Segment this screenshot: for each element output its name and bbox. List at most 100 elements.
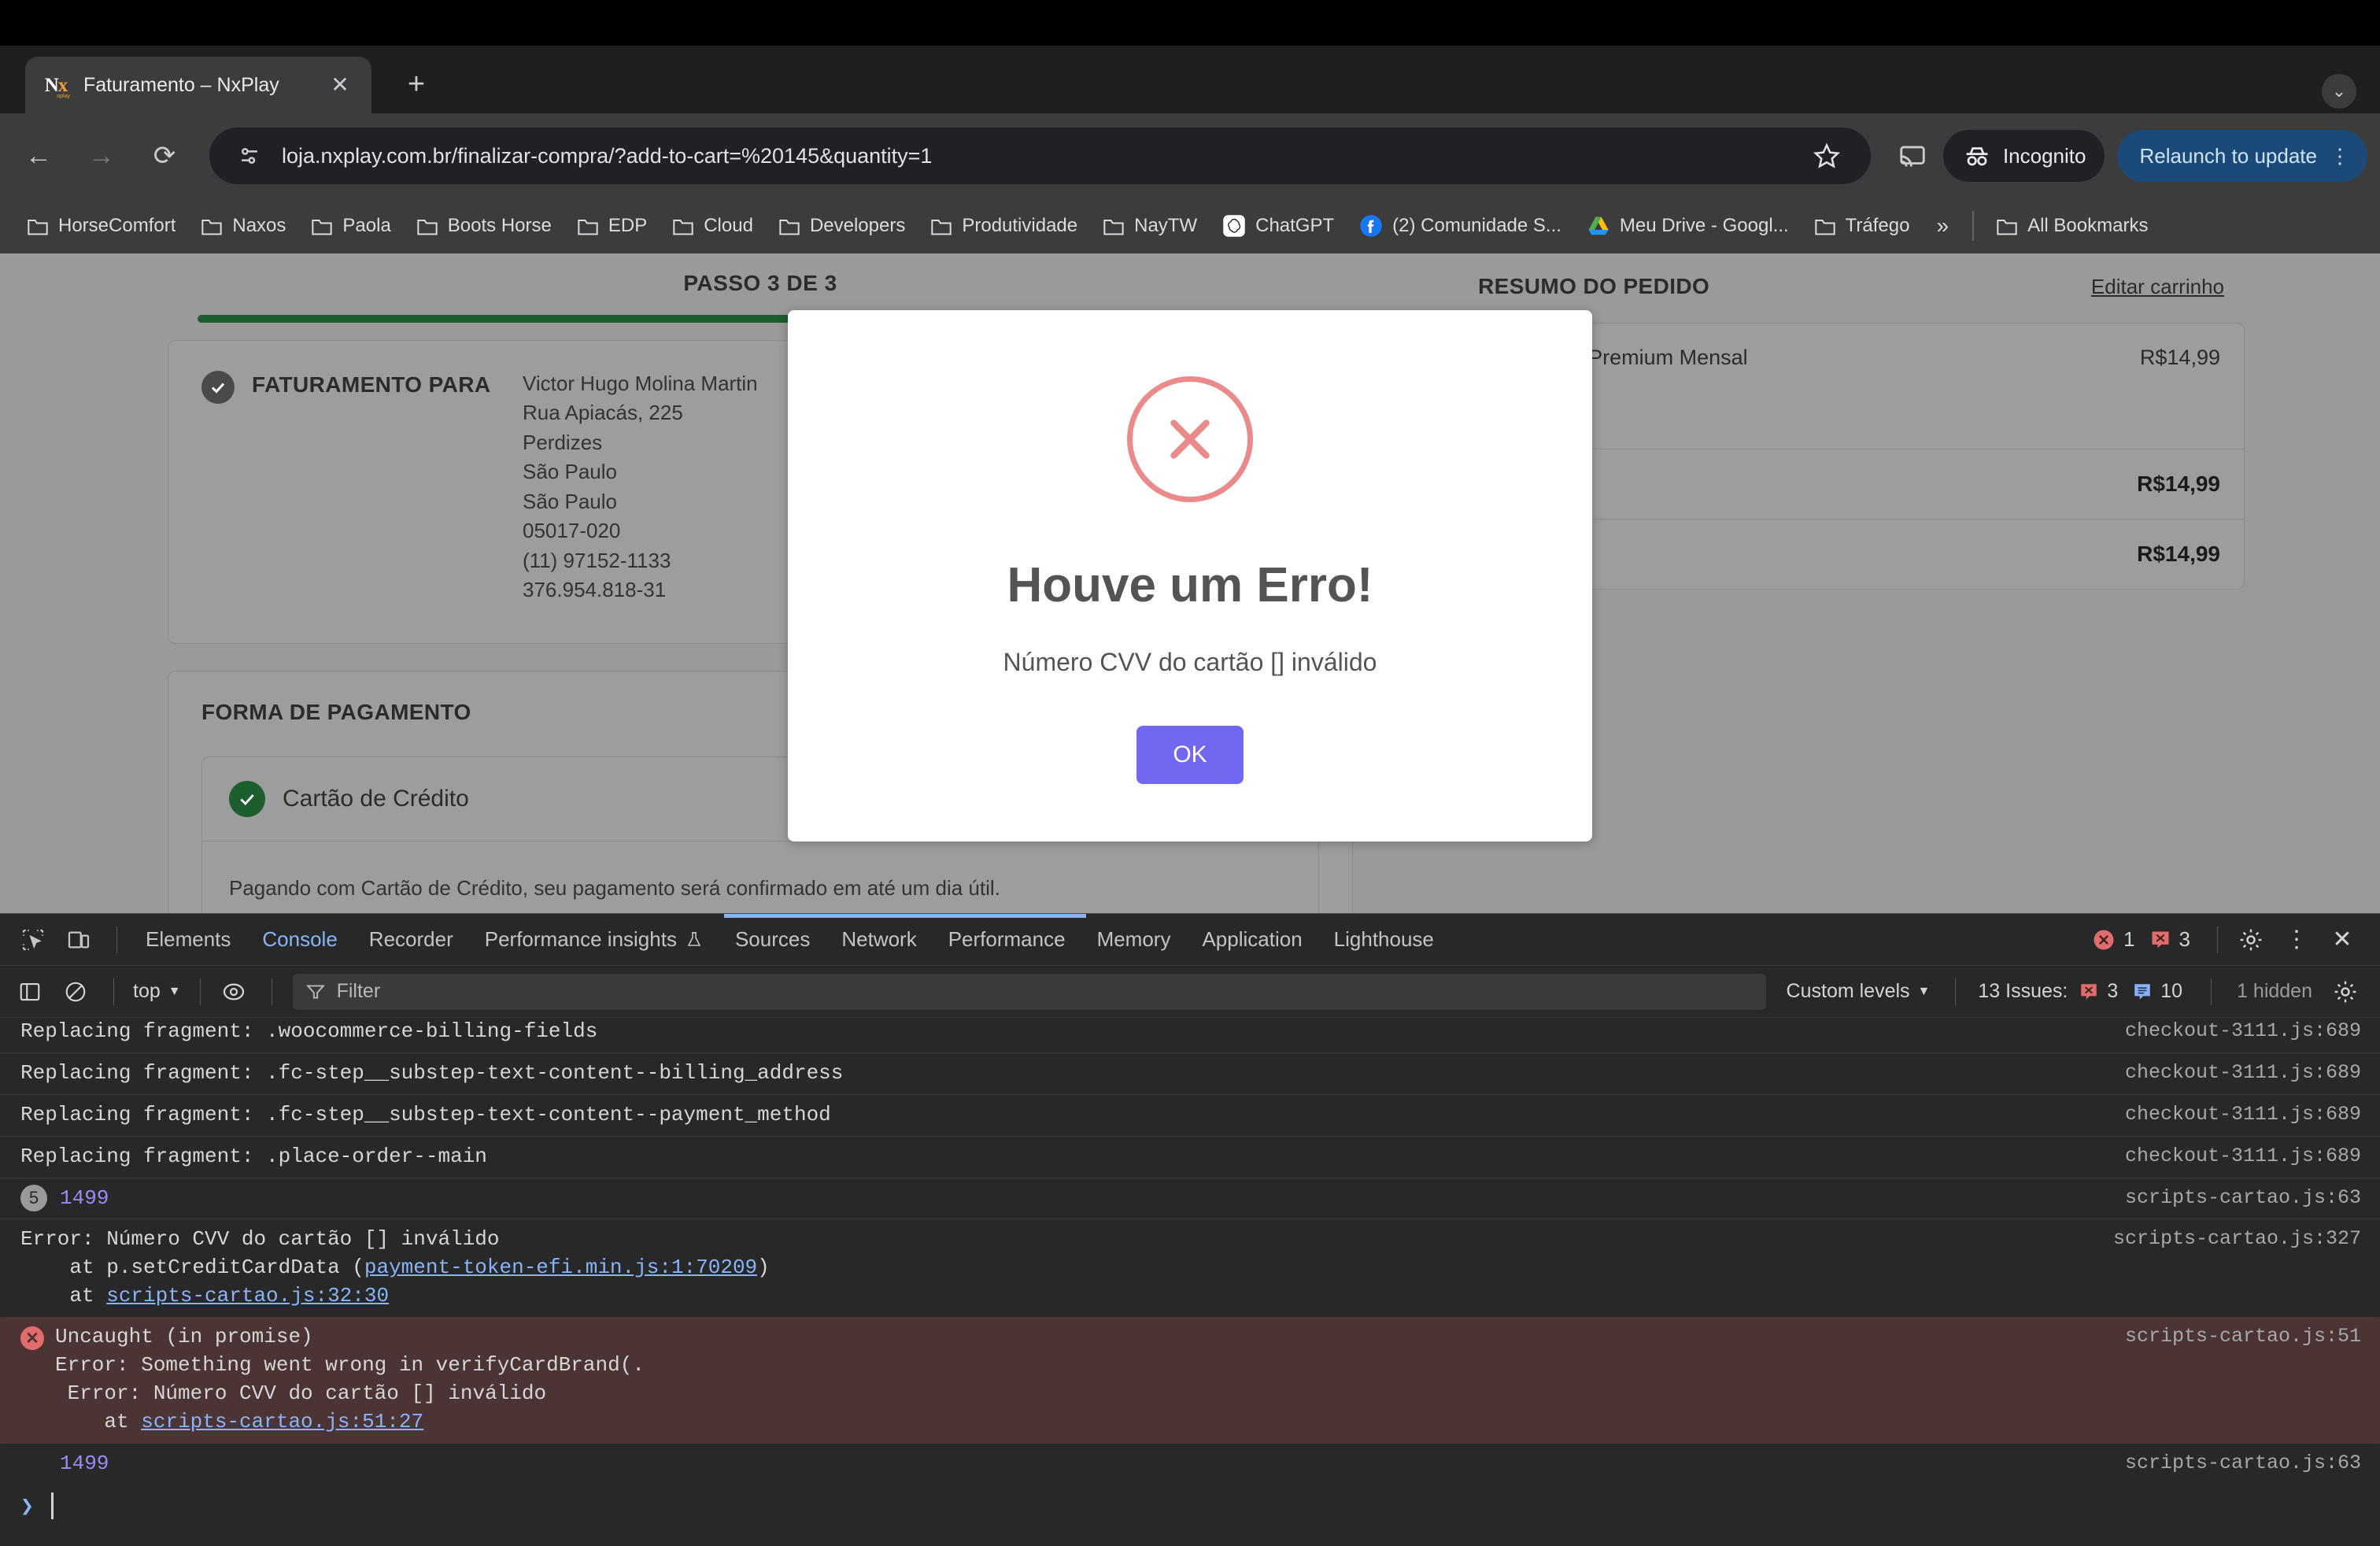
inspect-element-icon[interactable] bbox=[13, 919, 54, 960]
console-sidebar-toggle-icon[interactable] bbox=[9, 971, 50, 1012]
back-button[interactable]: ← bbox=[14, 131, 63, 180]
cast-icon[interactable] bbox=[1890, 133, 1935, 179]
site-settings-icon[interactable] bbox=[231, 138, 268, 174]
tab-memory[interactable]: Memory bbox=[1081, 927, 1187, 952]
execution-context-selector[interactable]: top ▼ bbox=[127, 980, 187, 1003]
stack-link[interactable]: scripts-cartao.js:32:30 bbox=[106, 1284, 389, 1307]
console-prompt[interactable]: ❯ bbox=[0, 1485, 2380, 1528]
console-log-source[interactable]: scripts-cartao.js:63 bbox=[2125, 1450, 2361, 1478]
console-log-row[interactable]: 1499 scripts-cartao.js:63 bbox=[0, 1444, 2380, 1485]
bookmark-item[interactable]: NayTW bbox=[1093, 210, 1207, 242]
tab-elements[interactable]: Elements bbox=[130, 927, 246, 952]
device-toolbar-icon[interactable] bbox=[58, 919, 99, 960]
console-log-row[interactable]: Error: Número CVV do cartão [] inválido … bbox=[0, 1219, 2380, 1317]
console-log-row[interactable]: Replacing fragment: .woocommerce-billing… bbox=[0, 1018, 2380, 1053]
folder-icon bbox=[201, 220, 223, 235]
bookmark-star-icon[interactable] bbox=[1805, 142, 1849, 170]
new-tab-button[interactable]: + bbox=[397, 68, 435, 105]
live-expression-eye-icon[interactable] bbox=[213, 971, 254, 1012]
stack-link[interactable]: payment-token-efi.min.js:1:70209 bbox=[364, 1256, 757, 1279]
console-log-message: Replacing fragment: .fc-step__substep-te… bbox=[20, 1102, 831, 1126]
folder-icon bbox=[779, 220, 800, 235]
console-log-source[interactable]: scripts-cartao.js:63 bbox=[2125, 1185, 2361, 1212]
warning-count-badge[interactable]: 3 bbox=[2149, 927, 2190, 952]
console-log-row[interactable]: Replacing fragment: .fc-step__substep-te… bbox=[0, 1095, 2380, 1137]
relaunch-to-update-button[interactable]: Relaunch to update ⋮ bbox=[2117, 130, 2367, 182]
console-log-row[interactable]: Replacing fragment: .place-order--main c… bbox=[0, 1137, 2380, 1178]
console-log-source[interactable]: checkout-3111.js:689 bbox=[2125, 1018, 2361, 1045]
console-log-source[interactable]: checkout-3111.js:689 bbox=[2125, 1143, 2361, 1171]
tab-recorder[interactable]: Recorder bbox=[353, 927, 469, 952]
bookmark-label: Produtividade bbox=[962, 215, 1078, 236]
console-message-list[interactable]: Replacing fragment: .woocommerce-billing… bbox=[0, 1018, 2380, 1546]
console-log-source[interactable]: checkout-3111.js:689 bbox=[2125, 1101, 2361, 1129]
console-error-source[interactable]: scripts-cartao.js:51 bbox=[2125, 1323, 2361, 1351]
google-drive-icon bbox=[1588, 216, 1609, 235]
tab-performance-insights[interactable]: Performance insights bbox=[469, 927, 719, 952]
console-settings-gear-icon[interactable] bbox=[2325, 971, 2366, 1012]
console-log-source[interactable]: checkout-3111.js:689 bbox=[2125, 1060, 2361, 1087]
bookmark-item[interactable]: (2) Comunidade S... bbox=[1350, 209, 1571, 242]
window-chevron-down-icon[interactable]: ⌄ bbox=[2322, 74, 2356, 109]
tab-sources[interactable]: Sources bbox=[719, 927, 826, 952]
clear-console-icon[interactable] bbox=[55, 971, 96, 1012]
bookmark-item[interactable]: Naxos bbox=[191, 210, 295, 242]
address-bar[interactable]: loja.nxplay.com.br/finalizar-compra/?add… bbox=[209, 128, 1871, 184]
browser-window: Nx oplay Faturamento – NxPlay ✕ + ⌄ ← → … bbox=[0, 0, 2380, 1546]
incognito-indicator[interactable]: Incognito bbox=[1942, 130, 2105, 182]
bookmark-item[interactable]: Tráfego bbox=[1805, 210, 1920, 242]
bookmark-item[interactable]: Cloud bbox=[663, 210, 763, 242]
close-tab-icon[interactable]: ✕ bbox=[324, 74, 356, 96]
bookmark-label: Tráfego bbox=[1845, 215, 1910, 236]
bookmark-label: Developers bbox=[809, 215, 906, 236]
console-log-message: 1499 bbox=[60, 1451, 109, 1475]
issues-error-count: 3 bbox=[2107, 980, 2119, 1002]
bookmark-item[interactable]: ChatGPT bbox=[1213, 209, 1343, 242]
devtools-divider bbox=[116, 926, 117, 953]
console-log-row[interactable]: 5 1499 scripts-cartao.js:63 bbox=[0, 1178, 2380, 1220]
console-log-message: Replacing fragment: .fc-step__substep-te… bbox=[20, 1060, 844, 1085]
tab-console[interactable]: Console bbox=[246, 927, 353, 952]
ok-button[interactable]: OK bbox=[1136, 726, 1244, 784]
bookmark-item[interactable]: Developers bbox=[769, 210, 915, 242]
error-count-badge[interactable]: 1 bbox=[2092, 927, 2135, 952]
browser-tab[interactable]: Nx oplay Faturamento – NxPlay ✕ bbox=[25, 57, 371, 113]
bookmark-item[interactable]: Paola bbox=[301, 210, 400, 242]
log-levels-selector[interactable]: Custom levels ▼ bbox=[1774, 980, 1943, 1003]
console-log-row[interactable]: Replacing fragment: .fc-step__substep-te… bbox=[0, 1053, 2380, 1095]
devtools-scroll-indicator[interactable] bbox=[724, 914, 1086, 918]
console-filter-input[interactable]: Filter bbox=[292, 973, 1766, 1010]
bookmarks-overflow-icon[interactable]: » bbox=[1925, 213, 1960, 239]
bookmark-item[interactable]: Boots Horse bbox=[407, 210, 561, 242]
console-error-row[interactable]: ✕ Uncaught (in promise) Error: Something… bbox=[0, 1317, 2380, 1444]
forward-button[interactable]: → bbox=[77, 131, 126, 180]
chatgpt-icon bbox=[1223, 215, 1245, 237]
execution-context-label: top bbox=[133, 980, 161, 1002]
issues-summary[interactable]: 13 Issues: 3 10 bbox=[1968, 980, 2198, 1003]
tab-performance[interactable]: Performance bbox=[933, 927, 1081, 952]
reload-button[interactable]: ⟳ bbox=[140, 131, 189, 180]
hidden-messages-count[interactable]: 1 hidden bbox=[2224, 980, 2325, 1003]
devtools-more-icon[interactable]: ⋮ bbox=[2276, 919, 2317, 960]
settings-gear-icon[interactable] bbox=[2230, 919, 2271, 960]
close-devtools-icon[interactable]: ✕ bbox=[2322, 919, 2363, 960]
bookmark-item[interactable]: HorseComfort bbox=[17, 210, 185, 242]
console-log-message: 1499 bbox=[60, 1185, 109, 1210]
all-bookmarks-button[interactable]: All Bookmarks bbox=[1986, 210, 2157, 242]
tab-lighthouse[interactable]: Lighthouse bbox=[1318, 927, 1450, 952]
bookmark-item[interactable]: Meu Drive - Googl... bbox=[1577, 210, 1798, 242]
error-cross-icon bbox=[1127, 376, 1253, 502]
stack-link[interactable]: scripts-cartao.js:51:27 bbox=[141, 1410, 423, 1433]
all-bookmarks-label: All Bookmarks bbox=[2027, 215, 2149, 236]
bookmark-item[interactable]: EDP bbox=[567, 210, 656, 242]
bookmark-label: ChatGPT bbox=[1255, 215, 1335, 236]
bookmark-item[interactable]: Produtividade bbox=[921, 210, 1087, 242]
incognito-icon bbox=[1966, 147, 1988, 166]
url-text[interactable]: loja.nxplay.com.br/finalizar-compra/?add… bbox=[282, 144, 1805, 168]
browser-menu-icon[interactable]: ⋮ bbox=[2330, 146, 2350, 166]
folder-icon bbox=[578, 220, 598, 235]
tab-application[interactable]: Application bbox=[1186, 927, 1318, 952]
folder-icon bbox=[1103, 220, 1124, 235]
console-log-source[interactable]: scripts-cartao.js:327 bbox=[2113, 1226, 2361, 1253]
tab-network[interactable]: Network bbox=[826, 927, 932, 952]
